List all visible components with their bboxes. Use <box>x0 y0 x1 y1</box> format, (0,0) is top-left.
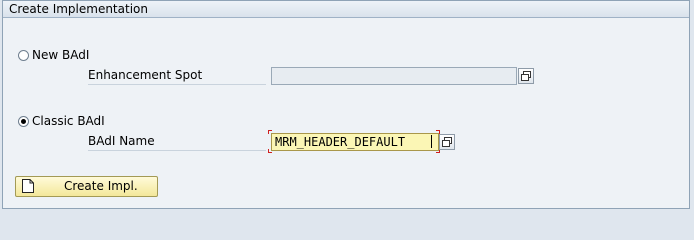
enhancement-spot-label: Enhancement Spot <box>88 68 266 85</box>
create-impl-button[interactable]: Create Impl. <box>15 176 158 197</box>
blank-document-icon <box>22 179 34 193</box>
classic-badi-label: Classic BAdI <box>32 114 105 128</box>
focus-corner <box>268 130 272 134</box>
badi-name-label: BAdI Name <box>88 134 266 151</box>
classic-badi-radio[interactable]: Classic BAdI <box>18 114 105 128</box>
radio-button-selected[interactable] <box>18 115 29 127</box>
new-badi-label: New BAdI <box>32 48 90 62</box>
radio-button[interactable] <box>18 49 29 61</box>
value-help-icon <box>442 137 452 147</box>
value-help-icon <box>521 71 531 81</box>
group-header: Create Implementation <box>3 1 689 18</box>
text-cursor <box>431 135 432 148</box>
enhancement-spot-value-help-button[interactable] <box>518 68 534 84</box>
create-impl-label: Create Impl. <box>64 179 138 193</box>
badi-name-input[interactable]: MRM_HEADER_DEFAULT <box>271 133 439 151</box>
group-title: Create Implementation <box>9 2 148 16</box>
new-badi-radio[interactable]: New BAdI <box>18 48 89 62</box>
enhancement-spot-input[interactable] <box>271 67 517 85</box>
badi-name-value-help-button[interactable] <box>439 134 455 150</box>
focus-corner <box>268 149 272 153</box>
